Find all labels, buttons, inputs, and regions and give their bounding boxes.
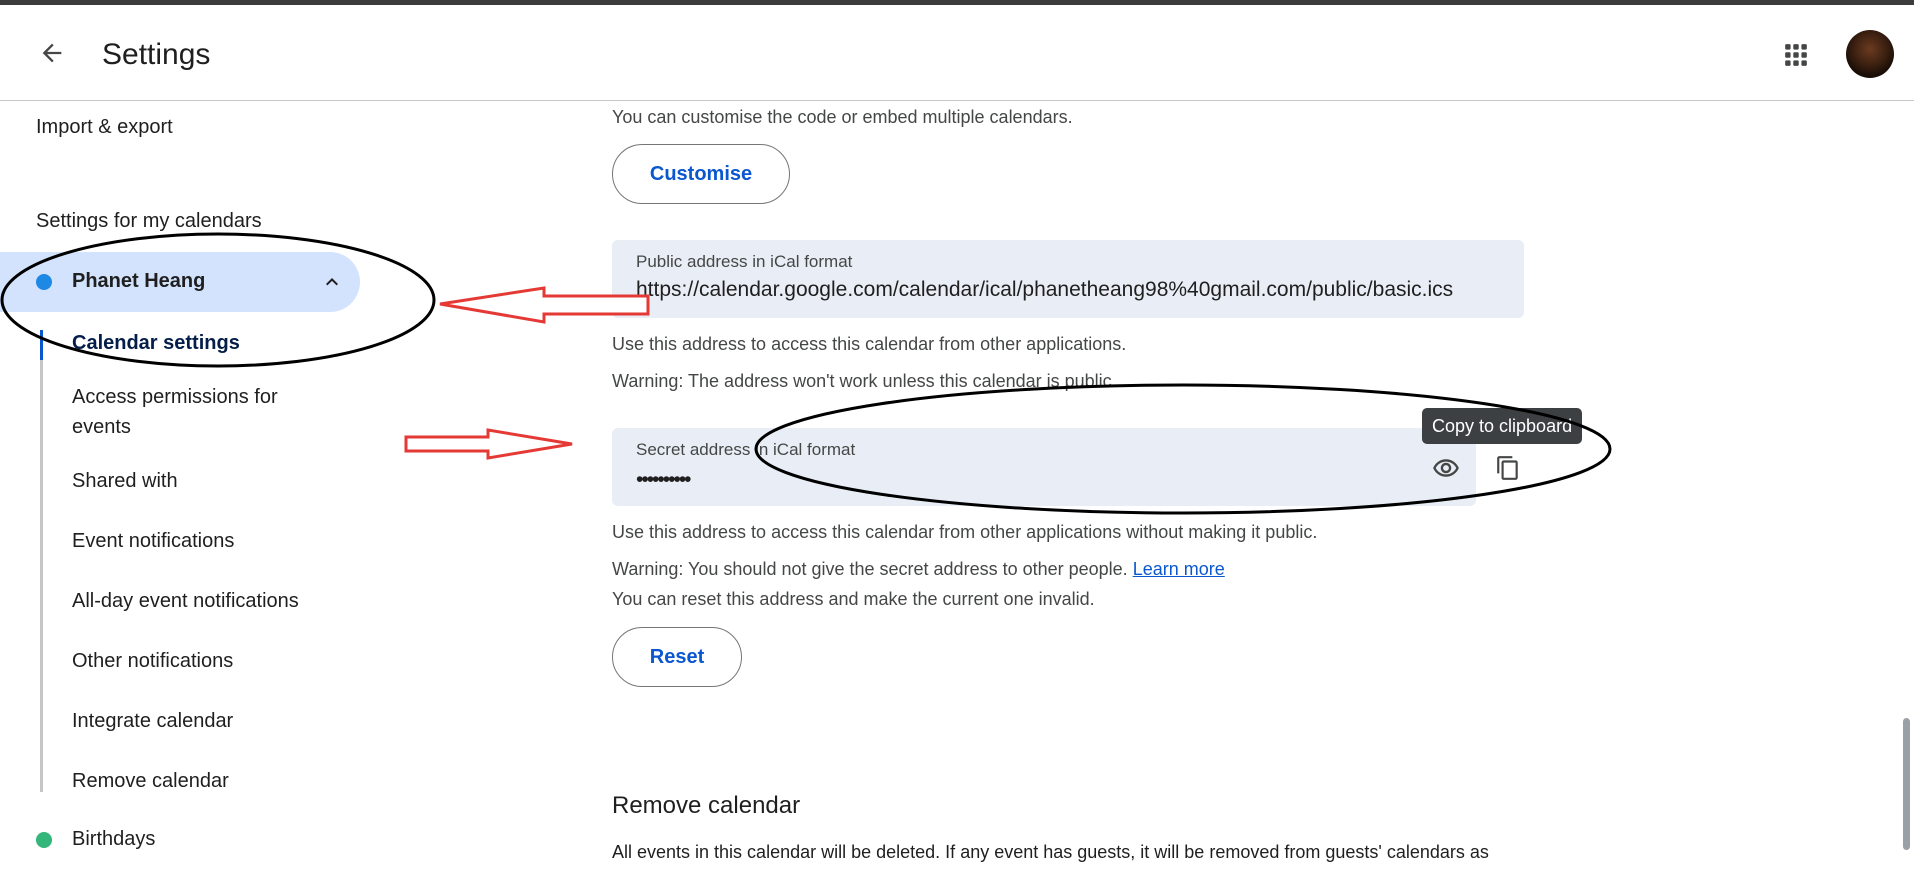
- sidebar-item-other-notifications[interactable]: Other notifications: [72, 646, 332, 676]
- google-apps-button[interactable]: [1776, 35, 1816, 75]
- calendar-color-dot: [36, 274, 52, 290]
- birthdays-color-dot: [36, 832, 52, 848]
- chevron-up-icon[interactable]: [320, 270, 344, 294]
- customise-hint: You can customise the code or embed mult…: [612, 107, 1073, 127]
- sidebar-item-shared-with[interactable]: Shared with: [72, 466, 332, 496]
- page-title: Settings: [102, 38, 211, 71]
- secret-address-warning: Warning: You should not give the secret …: [612, 559, 1128, 579]
- sidebar-calendar-birthdays[interactable]: Birthdays: [72, 828, 155, 851]
- subnav-active-indicator: [40, 330, 43, 360]
- secret-ical-label: Secret address in iCal format: [636, 440, 856, 459]
- public-ical-field[interactable]: Public address in iCal format https://ca…: [612, 240, 1524, 318]
- copy-tooltip: Copy to clipboard: [1422, 408, 1583, 444]
- secret-ical-value: ••••••••••: [636, 468, 692, 491]
- subnav-track: [40, 330, 43, 792]
- reset-hint: You can reset this address and make the …: [612, 589, 1095, 609]
- public-address-help: Use this address to access this calendar…: [612, 334, 1127, 354]
- sidebar-item-access-permissions[interactable]: Access permissions for events: [72, 382, 322, 442]
- secret-address-help: Use this address to access this calendar…: [612, 522, 1318, 542]
- sidebar-item-import-export[interactable]: Import & export: [36, 116, 173, 139]
- app-header: Settings: [0, 5, 1914, 101]
- remove-calendar-heading: Remove calendar: [612, 792, 801, 819]
- sidebar-item-remove-calendar[interactable]: Remove calendar: [72, 766, 332, 796]
- public-ical-value[interactable]: https://calendar.google.com/calendar/ica…: [636, 278, 1453, 302]
- sidebar-item-integrate-calendar[interactable]: Integrate calendar: [72, 706, 332, 736]
- apps-grid-icon: [1785, 44, 1807, 66]
- arrow-back-icon: [42, 43, 62, 63]
- sidebar-section-heading: Settings for my calendars: [36, 210, 262, 232]
- customise-button[interactable]: Customise: [612, 144, 790, 204]
- remove-calendar-description: All events in this calendar will be dele…: [612, 842, 1489, 862]
- copy-icon: [1497, 456, 1518, 480]
- show-secret-button[interactable]: [1424, 446, 1468, 490]
- reset-button[interactable]: Reset: [612, 627, 742, 687]
- calendar-settings-content: You can customise the code or embed mult…: [600, 102, 1900, 873]
- sidebar-item-calendar-settings[interactable]: Calendar settings: [72, 328, 332, 358]
- sidebar-calendar-phanet-heang[interactable]: Phanet Heang: [0, 252, 360, 312]
- scrollbar-thumb[interactable]: [1903, 718, 1910, 850]
- annotation-arrow-right: [404, 428, 573, 460]
- learn-more-link[interactable]: Learn more: [1133, 559, 1225, 579]
- eye-icon: [1433, 459, 1459, 477]
- secret-ical-field[interactable]: Secret address in iCal format ••••••••••: [612, 428, 1476, 506]
- account-avatar[interactable]: [1846, 30, 1894, 78]
- copy-to-clipboard-button[interactable]: [1486, 446, 1530, 490]
- settings-sidebar: Import & export Settings for my calendar…: [0, 102, 400, 873]
- secret-address-warning-line: Warning: You should not give the secret …: [612, 559, 1225, 580]
- public-address-warning: Warning: The address won't work unless t…: [612, 371, 1117, 391]
- sidebar-item-event-notifications[interactable]: Event notifications: [72, 526, 332, 556]
- sidebar-item-all-day-notifications[interactable]: All-day event notifications: [72, 586, 332, 616]
- calendar-name: Phanet Heang: [72, 270, 206, 292]
- back-button[interactable]: [32, 33, 72, 73]
- public-ical-label: Public address in iCal format: [636, 252, 853, 271]
